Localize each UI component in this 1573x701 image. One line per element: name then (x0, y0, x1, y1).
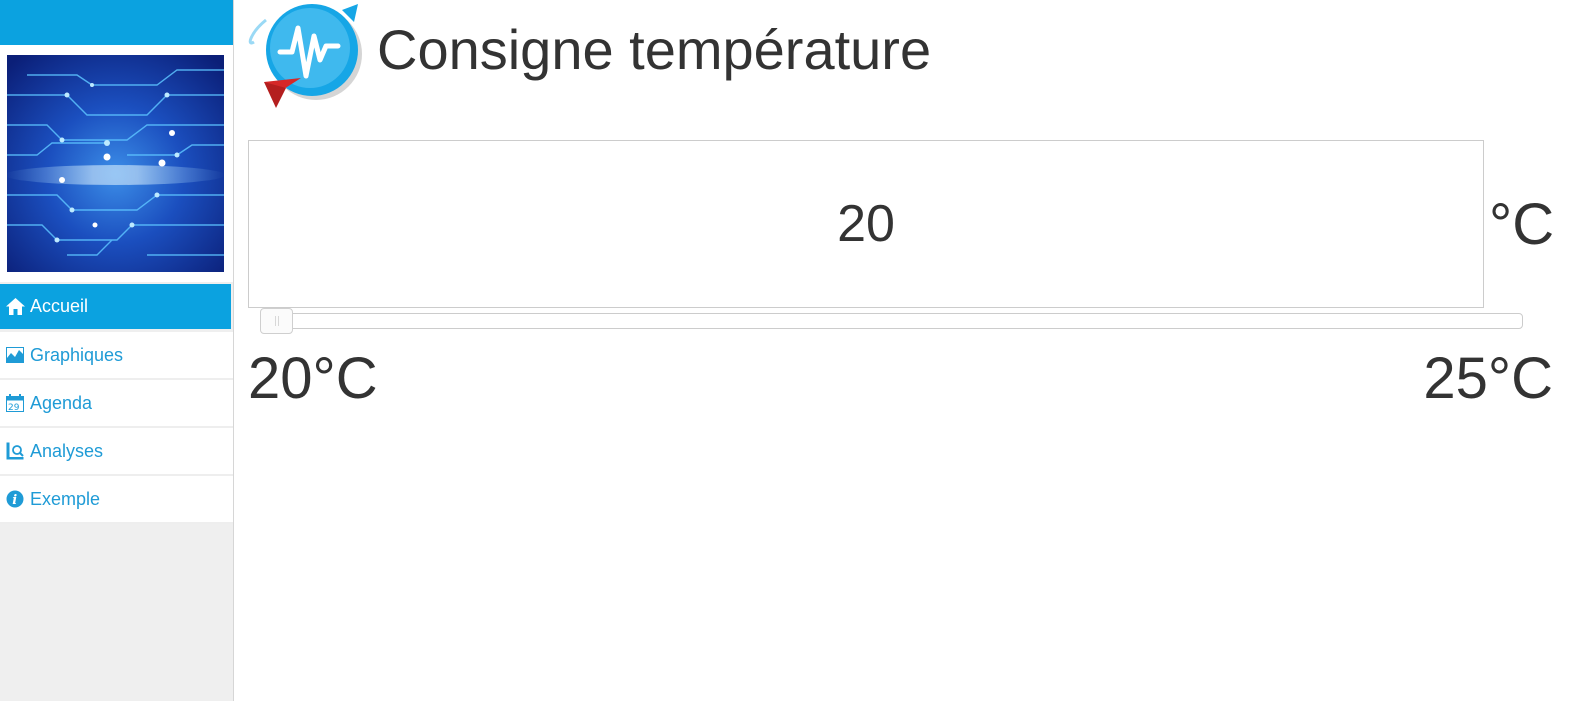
range-max-label: 25°C (1423, 346, 1553, 411)
range-min-label: 20°C (248, 346, 378, 411)
svg-text:29: 29 (8, 403, 20, 412)
setpoint-value: 20 (837, 195, 895, 253)
sidebar: Accueil Graphiques 29 Agenda Analyses i … (0, 0, 234, 701)
sidebar-item-label: Accueil (30, 296, 89, 316)
sidebar-item-label: Graphiques (30, 344, 124, 365)
svg-text:i: i (12, 493, 17, 508)
analysis-icon (5, 441, 25, 461)
chart-icon (5, 345, 25, 365)
unit-label: °C (1489, 192, 1555, 257)
sidebar-header-bar (0, 0, 233, 45)
setpoint-value-display: 20 (248, 140, 1484, 308)
grip-icon (274, 316, 279, 326)
circuit-board-image (7, 55, 224, 272)
sidebar-item-agenda[interactable]: 29 Agenda (0, 380, 233, 428)
sidebar-item-analyses[interactable]: Analyses (0, 428, 233, 476)
sidebar-item-exemple[interactable]: i Exemple (0, 476, 233, 524)
page-title: Consigne température (377, 18, 932, 81)
sidebar-nav: Accueil Graphiques 29 Agenda Analyses i … (0, 284, 233, 524)
waveform-logo (246, 2, 364, 112)
sidebar-item-graphiques[interactable]: Graphiques (0, 332, 233, 380)
calendar-icon: 29 (5, 393, 25, 413)
setpoint-slider-track[interactable] (260, 313, 1523, 329)
info-icon: i (5, 489, 25, 509)
setpoint-slider-handle[interactable] (260, 308, 293, 334)
home-icon (5, 297, 25, 317)
sidebar-item-accueil[interactable]: Accueil (0, 284, 231, 329)
main-content: Consigne température 20 °C 20°C 25°C (234, 0, 1573, 701)
sidebar-item-label: Agenda (30, 392, 93, 413)
sidebar-item-label: Exemple (30, 488, 101, 509)
sidebar-item-label: Analyses (30, 440, 104, 461)
